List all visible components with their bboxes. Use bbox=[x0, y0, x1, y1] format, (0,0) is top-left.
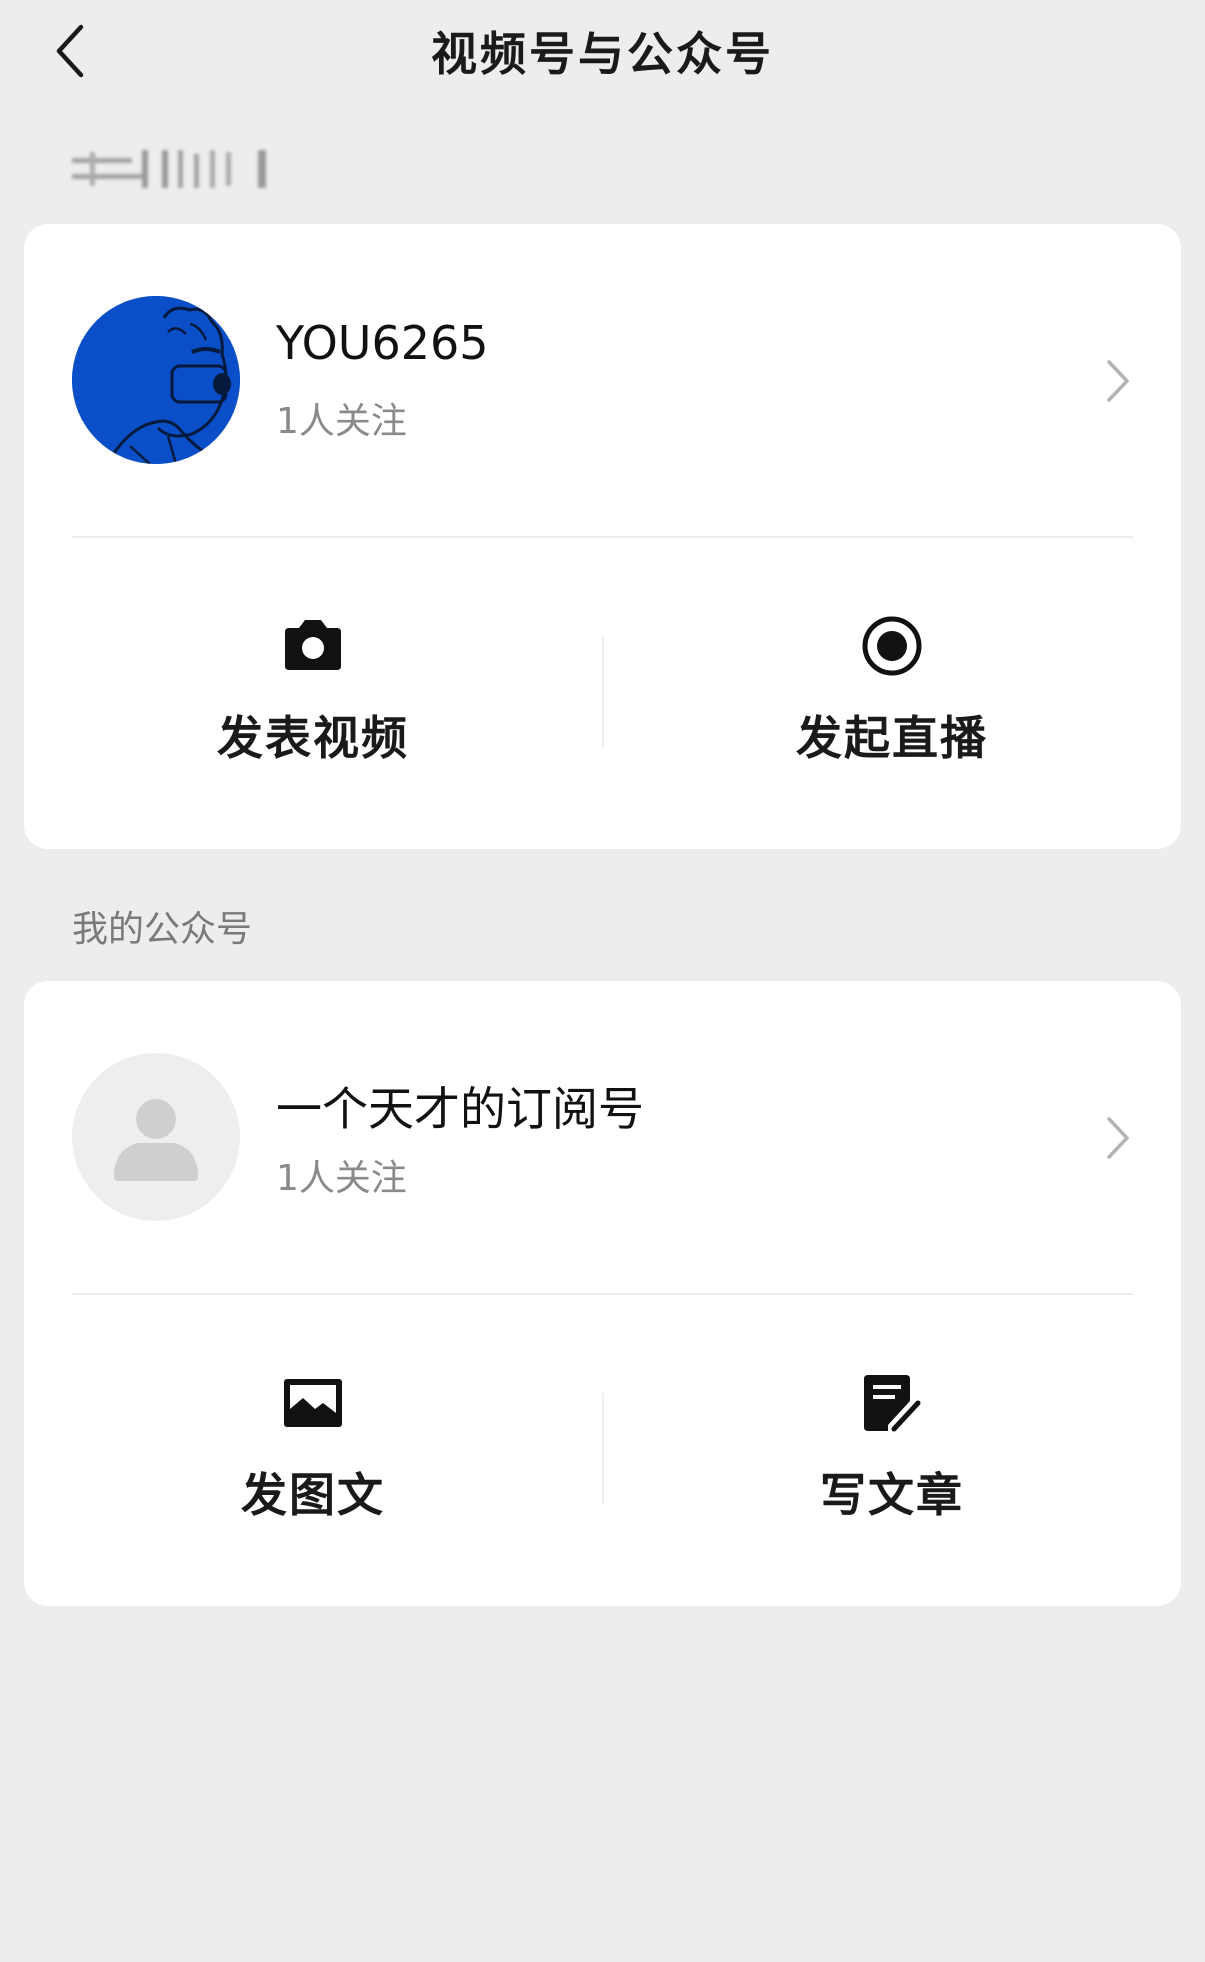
post-video-button[interactable]: 发表视频 bbox=[24, 538, 602, 848]
post-image-text-button[interactable]: 发图文 bbox=[24, 1295, 602, 1605]
channels-profile-row[interactable]: YOU6265 1人关注 bbox=[24, 224, 1181, 536]
start-live-button[interactable]: 发起直播 bbox=[603, 538, 1181, 848]
official-account-avatar bbox=[72, 1053, 240, 1221]
live-record-icon bbox=[862, 616, 922, 676]
start-live-label: 发起直播 bbox=[796, 711, 988, 765]
official-account-followers: 1人关注 bbox=[276, 1158, 407, 1199]
image-icon bbox=[284, 1379, 342, 1427]
channels-followers: 1人关注 bbox=[276, 401, 407, 442]
section-label-official-account: 我的公众号 bbox=[72, 909, 253, 950]
official-account-name: 一个天才的订阅号 bbox=[276, 1082, 644, 1136]
post-image-text-label: 发图文 bbox=[241, 1468, 385, 1522]
write-article-label: 写文章 bbox=[820, 1468, 964, 1522]
official-account-profile-row[interactable]: 一个天才的订阅号 1人关注 bbox=[24, 981, 1181, 1293]
write-article-button[interactable]: 写文章 bbox=[603, 1295, 1181, 1605]
channels-card: YOU6265 1人关注 发表视频 发起直播 bbox=[24, 224, 1181, 849]
edit-document-icon bbox=[864, 1375, 921, 1432]
channels-name: YOU6265 bbox=[276, 316, 489, 370]
post-video-label: 发表视频 bbox=[217, 711, 409, 765]
channels-avatar bbox=[72, 296, 240, 464]
chevron-right-icon bbox=[1107, 1117, 1129, 1159]
official-account-card: 一个天才的订阅号 1人关注 发图文 写文章 bbox=[24, 981, 1181, 1606]
person-placeholder-icon bbox=[114, 1099, 198, 1181]
navigation-bar: 视频号与公众号 bbox=[0, 0, 1205, 110]
camera-icon bbox=[285, 620, 341, 670]
redacted-account-name bbox=[72, 150, 266, 188]
page-title: 视频号与公众号 bbox=[431, 27, 774, 81]
chevron-right-icon bbox=[1107, 360, 1129, 402]
